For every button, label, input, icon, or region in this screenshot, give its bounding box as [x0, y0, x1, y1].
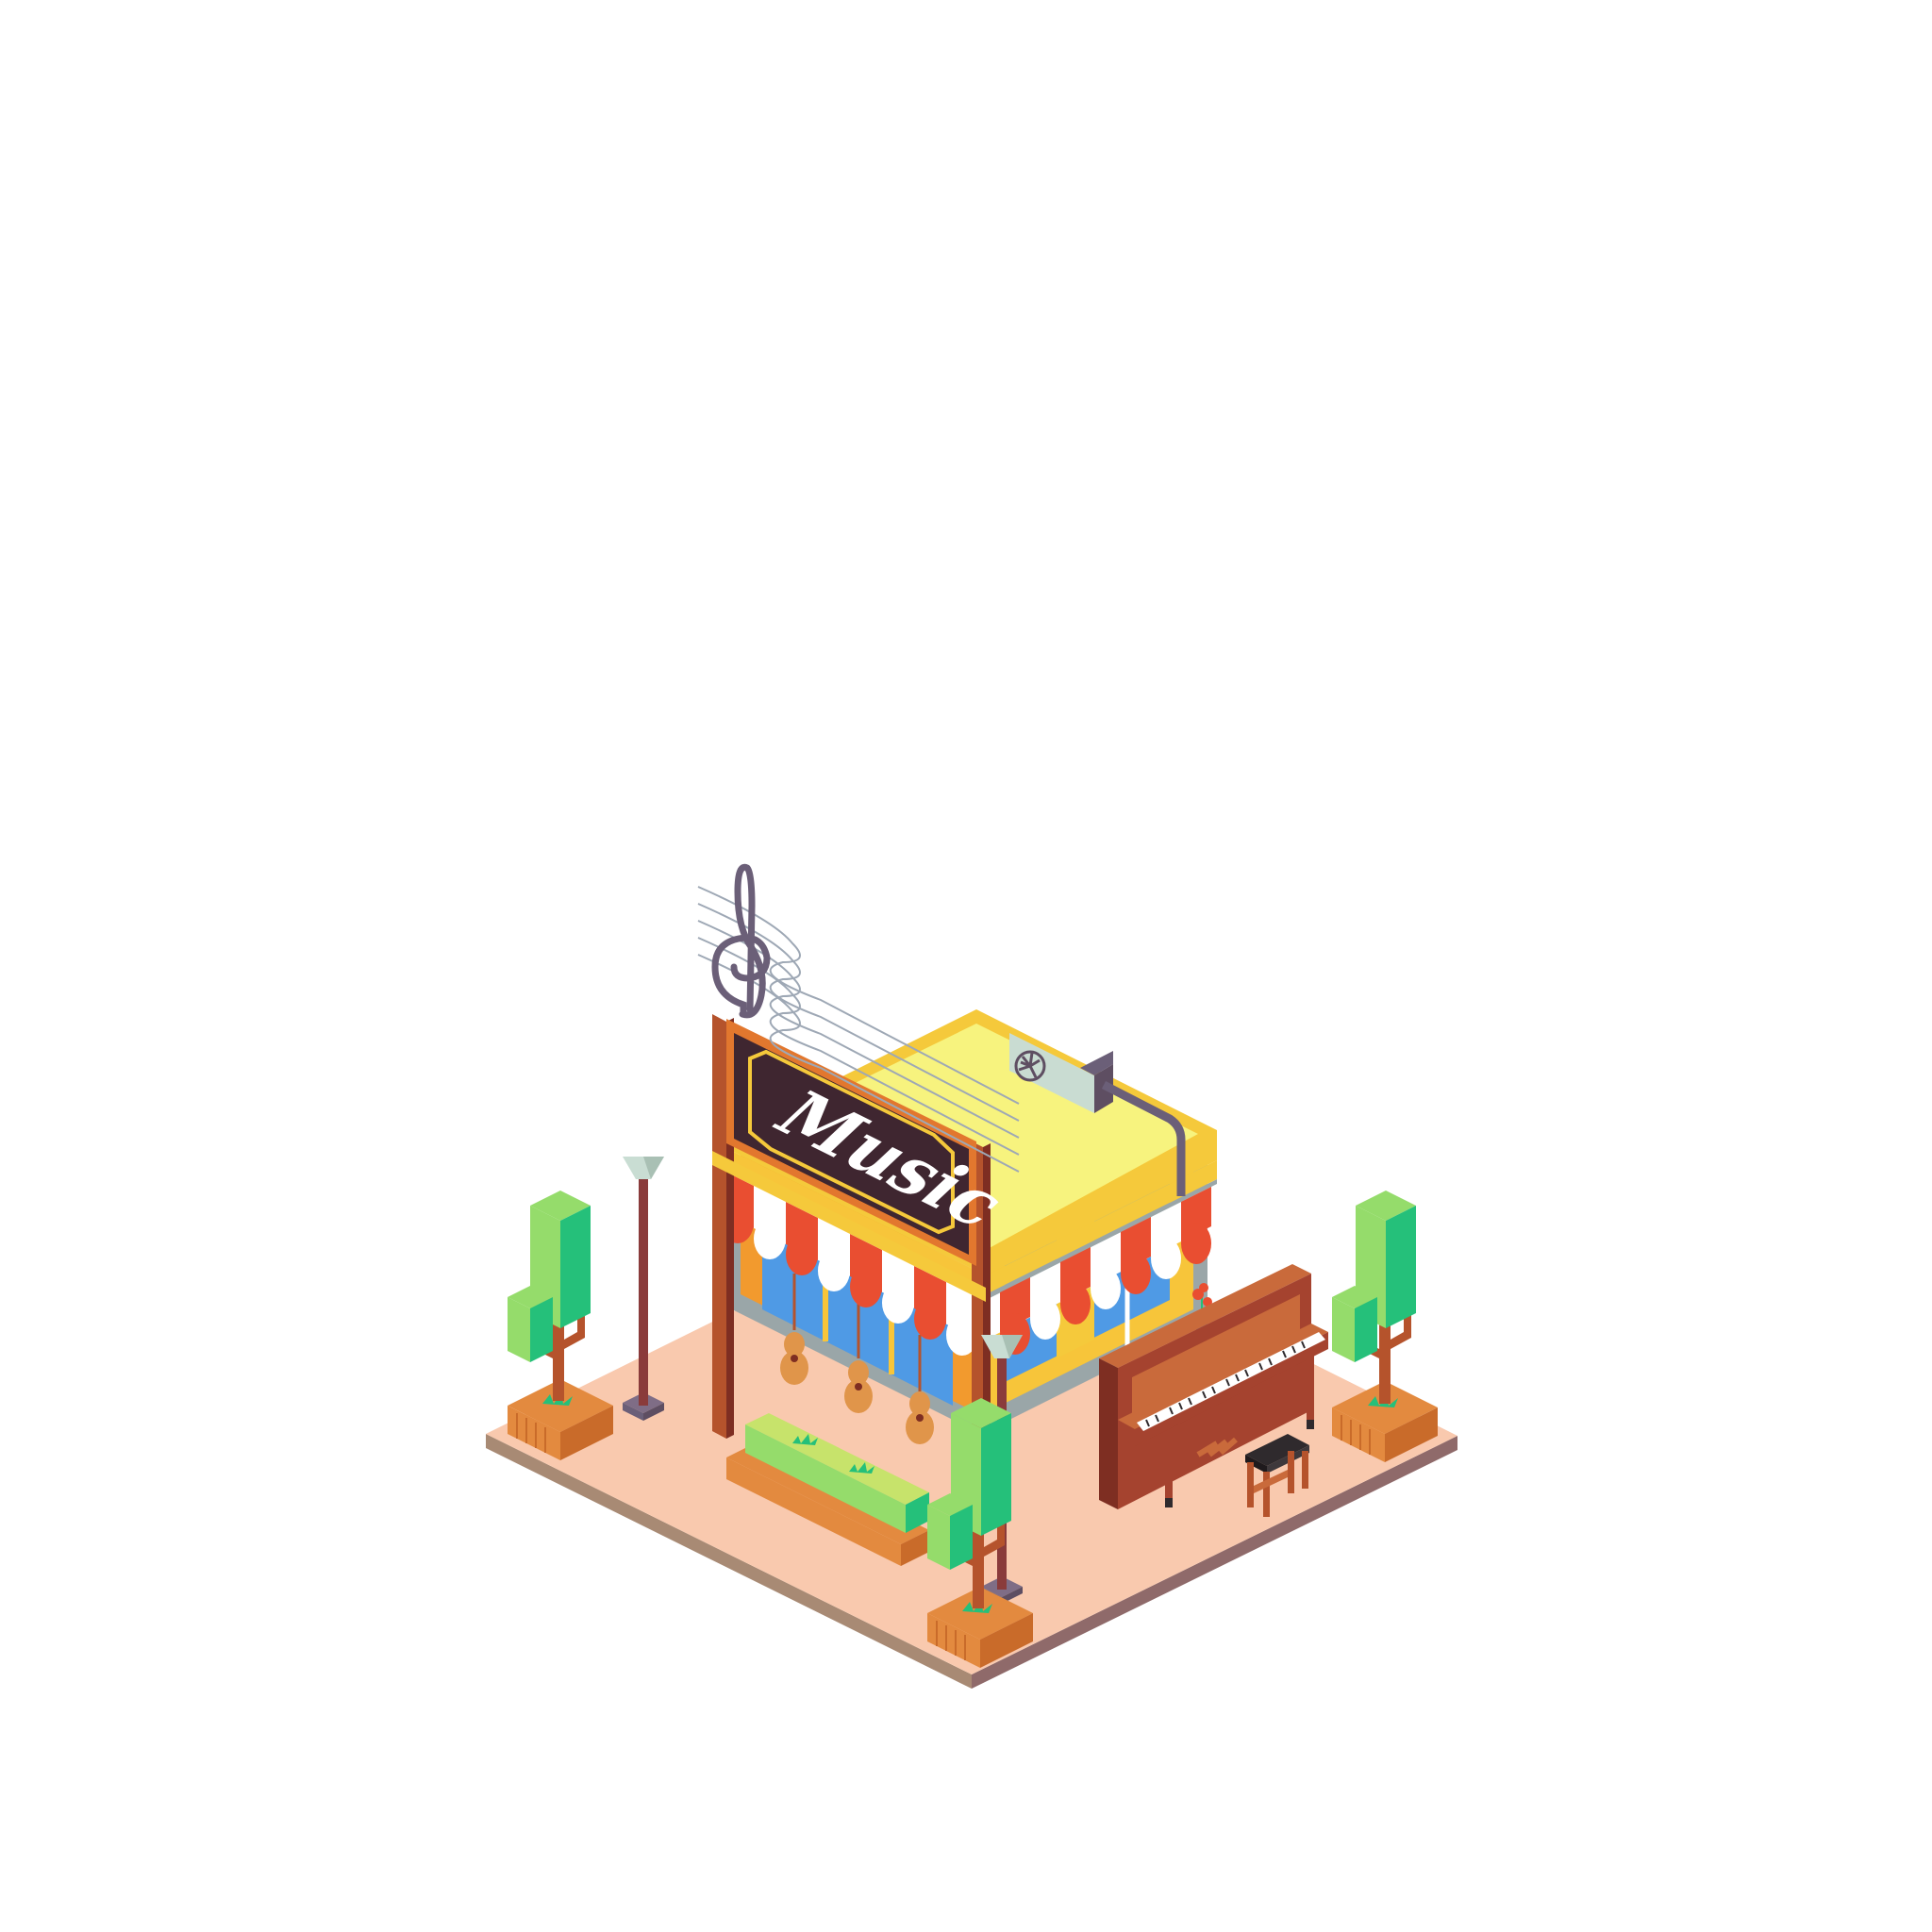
- tree-left: [508, 1191, 613, 1460]
- piano-front: [1099, 1358, 1118, 1509]
- music-shop-illustration: Music: [486, 863, 1457, 1689]
- sign-post-left: [712, 1014, 726, 1439]
- tree-right: [1332, 1191, 1438, 1462]
- lamp-pole: [639, 1179, 648, 1406]
